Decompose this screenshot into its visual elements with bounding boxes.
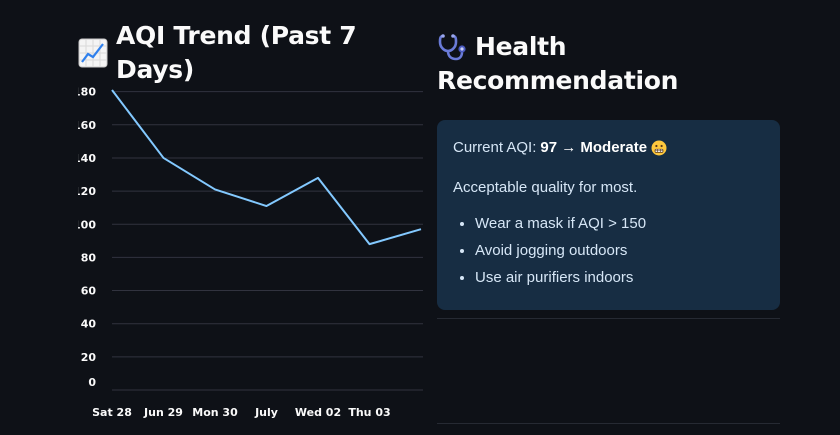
chart-increasing-icon bbox=[78, 38, 108, 68]
x-tick-label: July bbox=[254, 406, 278, 419]
x-tick-label: Thu 03 bbox=[348, 406, 390, 419]
section-divider bbox=[437, 318, 780, 319]
y-tick-label: 120 bbox=[78, 185, 96, 198]
y-tick-label: 40 bbox=[81, 318, 97, 331]
current-aqi-value: 97 → Moderate bbox=[540, 139, 648, 156]
health-recommendation-section: Health Recommendation Current AQI: 97 → … bbox=[437, 30, 782, 430]
aqi-trend-chart[interactable]: 0 20 40 60 80 100 120 140 160 180 Sat 28 Jun 29 Mon … bbox=[73, 80, 423, 430]
aqi-data-point[interactable] bbox=[161, 155, 167, 161]
health-title: Health Recommendation bbox=[437, 30, 782, 98]
x-tick-label: Mon 30 bbox=[192, 406, 238, 419]
y-tick-label: 160 bbox=[78, 119, 96, 132]
health-title-line2: Recommendation bbox=[437, 66, 679, 95]
y-tick-label: 0 bbox=[88, 376, 96, 389]
health-title-line1: Health bbox=[475, 32, 567, 61]
aqi-trend-title: AQI Trend (Past 7 Days) bbox=[116, 21, 357, 84]
current-aqi-label: Current AQI: bbox=[453, 139, 537, 156]
y-tick-label: 140 bbox=[78, 152, 96, 165]
health-tip: Avoid jogging outdoors bbox=[475, 241, 764, 261]
aqi-data-point[interactable] bbox=[418, 226, 423, 232]
y-tick-label: 60 bbox=[81, 285, 97, 298]
grimacing-face-icon bbox=[651, 140, 667, 156]
stethoscope-icon bbox=[437, 32, 467, 62]
x-tick-label: Wed 02 bbox=[295, 406, 341, 419]
y-tick-label: 180 bbox=[78, 86, 96, 99]
aqi-trend-title-row: AQI Trend (Past 7 Days) bbox=[78, 21, 423, 84]
dashboard-page: AQI Trend (Past 7 Days) 0 20 40 60 80 100 120 1… bbox=[0, 0, 840, 435]
section-divider bbox=[437, 423, 780, 424]
aqi-line-chart-svg: 0 20 40 60 80 100 120 140 160 180 Sat 28 Jun 29 Mon … bbox=[73, 86, 423, 419]
x-tick-label: Sat 28 bbox=[92, 406, 132, 419]
recommendation-card: Current AQI: 97 → Moderate Acceptable qu… bbox=[437, 120, 780, 310]
aqi-data-point[interactable] bbox=[109, 87, 115, 93]
x-tick-label: Jun 29 bbox=[143, 406, 183, 419]
air-quality-description: Acceptable quality for most. bbox=[453, 179, 638, 196]
aqi-data-point[interactable] bbox=[264, 203, 270, 209]
current-aqi-line: Current AQI: 97 → Moderate bbox=[453, 138, 764, 158]
health-tips-list: Wear a mask if AQI > 150 Avoid jogging o… bbox=[453, 214, 764, 288]
aqi-data-point[interactable] bbox=[367, 241, 373, 247]
aqi-trend-section: AQI Trend (Past 7 Days) 0 20 40 60 80 100 120 1… bbox=[73, 21, 423, 430]
y-tick-label: 20 bbox=[81, 351, 97, 364]
y-tick-label: 80 bbox=[81, 251, 97, 264]
health-tip: Wear a mask if AQI > 150 bbox=[475, 214, 764, 234]
health-tip: Use air purifiers indoors bbox=[475, 268, 764, 288]
y-tick-label: 100 bbox=[78, 218, 96, 231]
aqi-series-line bbox=[111, 89, 422, 246]
aqi-data-point[interactable] bbox=[315, 175, 321, 181]
aqi-data-point[interactable] bbox=[212, 186, 218, 192]
